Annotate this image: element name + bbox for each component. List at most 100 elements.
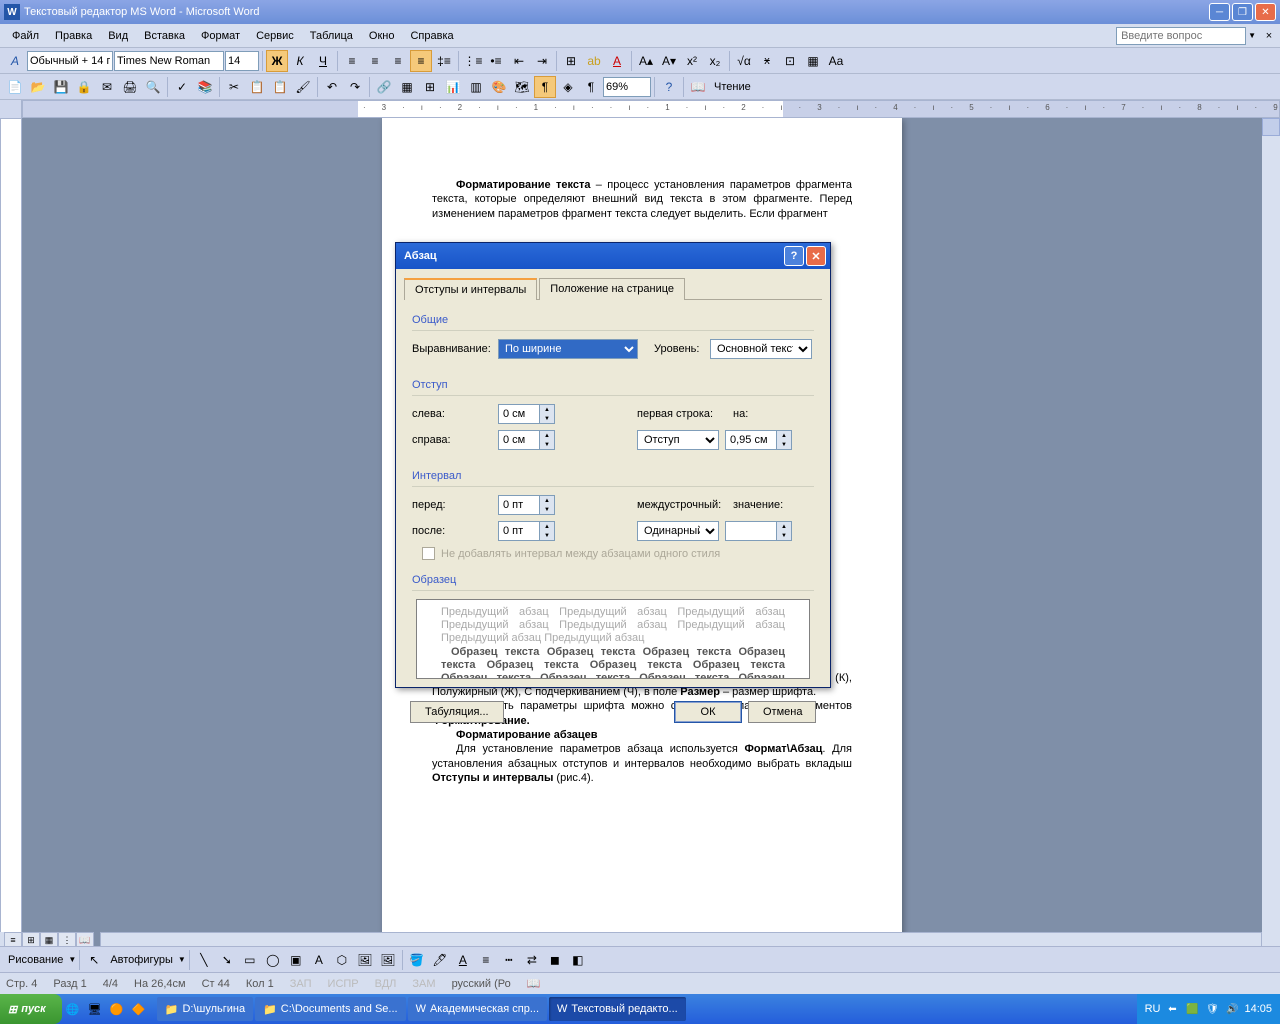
spinner-up[interactable]: ▲ <box>777 431 791 440</box>
zoom-combo[interactable] <box>603 77 651 97</box>
cancel-button[interactable]: Отмена <box>748 701 816 723</box>
status-book-icon[interactable]: 📖 <box>527 977 541 990</box>
taskbar-item-1[interactable]: 📁D:\шульгина <box>157 997 253 1021</box>
align-left-button[interactable]: ≡ <box>341 50 363 72</box>
copy-button[interactable]: 📋 <box>246 76 268 98</box>
save-button[interactable]: 💾 <box>50 76 72 98</box>
menu-window[interactable]: Окно <box>361 28 403 44</box>
tab-pagebreaks[interactable]: Положение на странице <box>539 278 685 300</box>
italic-button[interactable]: К <box>289 50 311 72</box>
shadow-button[interactable]: ◼ <box>544 949 566 971</box>
pilcrow-button[interactable]: ¶ <box>580 76 602 98</box>
tabs-button[interactable]: Табуляция... <box>410 701 504 723</box>
textbox-button[interactable]: ▣ <box>285 949 307 971</box>
menu-edit[interactable]: Правка <box>47 28 100 44</box>
ok-button[interactable]: ОК <box>674 701 742 723</box>
taskbar-item-4[interactable]: WТекстовый редакто... <box>549 997 686 1021</box>
quick-launch-media[interactable]: 🟠 <box>108 1000 126 1018</box>
align-right-button[interactable]: ≡ <box>387 50 409 72</box>
spinner-down[interactable]: ▼ <box>540 440 554 449</box>
paste-button[interactable]: 📋 <box>269 76 291 98</box>
bulleted-list-button[interactable]: •≡ <box>485 50 507 72</box>
select-objects-button[interactable]: ↖ <box>83 949 105 971</box>
quick-launch-desktop[interactable]: 🖥 <box>86 1000 104 1018</box>
clipart-button[interactable]: 🖼 <box>354 949 376 971</box>
status-ext[interactable]: ВДЛ <box>375 978 397 990</box>
showmarks-button[interactable]: ◈ <box>557 76 579 98</box>
menu-help[interactable]: Справка <box>402 28 461 44</box>
rectangle-button[interactable]: ▭ <box>239 949 261 971</box>
style-icon[interactable]: A <box>4 50 26 72</box>
menu-view[interactable]: Вид <box>100 28 136 44</box>
dialog-close-button[interactable]: ✕ <box>806 246 826 266</box>
underline-button[interactable]: Ч <box>312 50 334 72</box>
tray-clock[interactable]: 14:05 <box>1244 1003 1272 1015</box>
level-combo[interactable]: Основной текст <box>710 339 812 359</box>
font-color-button[interactable]: A <box>606 50 628 72</box>
space-before-input[interactable] <box>498 495 540 515</box>
menu-format[interactable]: Формат <box>193 28 248 44</box>
numbered-list-button[interactable]: ⋮≡ <box>462 50 484 72</box>
draw-menu[interactable]: Рисование <box>4 954 67 966</box>
increase-indent-button[interactable]: ⇥ <box>531 50 553 72</box>
align-center-button[interactable]: ≡ <box>364 50 386 72</box>
line-button[interactable]: ╲ <box>193 949 215 971</box>
status-trk[interactable]: ИСПР <box>328 978 359 990</box>
close-button[interactable]: ✕ <box>1255 3 1276 21</box>
no-space-checkbox[interactable] <box>422 547 435 560</box>
maximize-button[interactable]: ❐ <box>1232 3 1253 21</box>
shrink-font-button[interactable]: A▾ <box>658 50 680 72</box>
columns-button-2[interactable]: ▥ <box>465 76 487 98</box>
help-button[interactable]: ? <box>658 76 680 98</box>
spinner-up[interactable]: ▲ <box>540 496 554 505</box>
quick-launch-app[interactable]: 🔶 <box>130 1000 148 1018</box>
email-button[interactable]: ✉ <box>96 76 118 98</box>
borders-button[interactable]: ⊞ <box>560 50 582 72</box>
line-spacing-button[interactable]: ‡≡ <box>433 50 455 72</box>
highlight-button[interactable]: ab <box>583 50 605 72</box>
vertical-scrollbar[interactable] <box>1262 118 1280 964</box>
taskbar-item-3[interactable]: WАкадемическая спр... <box>408 997 547 1021</box>
status-ovr[interactable]: ЗАМ <box>412 978 435 990</box>
decrease-indent-button[interactable]: ⇤ <box>508 50 530 72</box>
alignment-combo[interactable]: По ширине <box>498 339 638 359</box>
showall-button[interactable]: ¶ <box>534 76 556 98</box>
oval-button[interactable]: ◯ <box>262 949 284 971</box>
tray-icon-4[interactable]: 🔊 <box>1224 1001 1240 1017</box>
horizontal-ruler[interactable]: ·3·ı·2·ı·1·ı··ı·1·ı·2·ı·3·ı·4·ı·5·ı·6·ı·… <box>0 100 1280 118</box>
diagram-button[interactable]: ⬡ <box>331 949 353 971</box>
spinner-up[interactable]: ▲ <box>540 522 554 531</box>
style-combo[interactable] <box>27 51 113 71</box>
equation-button[interactable]: √α <box>733 50 755 72</box>
indent-left-input[interactable] <box>498 404 540 424</box>
arrow-style-button[interactable]: ⇄ <box>521 949 543 971</box>
tray-lang[interactable]: RU <box>1145 1003 1161 1015</box>
dialog-help-button[interactable]: ? <box>784 246 804 266</box>
char-border-button[interactable]: ⊡ <box>779 50 801 72</box>
status-rec[interactable]: ЗАП <box>290 978 312 990</box>
taskbar-item-2[interactable]: 📁C:\Documents and Se... <box>255 997 405 1021</box>
firstline-by-input[interactable] <box>725 430 777 450</box>
font-combo[interactable] <box>114 51 224 71</box>
research-button[interactable]: 📚 <box>194 76 216 98</box>
docmap-button[interactable]: 🗺 <box>511 76 533 98</box>
permission-button[interactable]: 🔒 <box>73 76 95 98</box>
tray-icon-2[interactable]: 🟩 <box>1184 1001 1200 1017</box>
subscript-button[interactable]: x₂ <box>704 50 726 72</box>
help-search-input[interactable] <box>1116 27 1246 45</box>
undo-button[interactable]: ↶ <box>321 76 343 98</box>
drawing-button[interactable]: 🎨 <box>488 76 510 98</box>
excel-button[interactable]: 📊 <box>442 76 464 98</box>
quick-launch-ie[interactable]: 🌐 <box>64 1000 82 1018</box>
bold-button[interactable]: Ж <box>266 50 288 72</box>
size-combo[interactable] <box>225 51 259 71</box>
change-case-button[interactable]: Aa <box>825 50 847 72</box>
spinner-up[interactable]: ▲ <box>540 405 554 414</box>
spinner-down[interactable]: ▼ <box>777 440 791 449</box>
minimize-button[interactable]: ─ <box>1209 3 1230 21</box>
print-button[interactable]: 🖨 <box>119 76 141 98</box>
help-dropdown-icon[interactable]: ▼ <box>1246 31 1258 40</box>
dialog-title-bar[interactable]: Абзац ? ✕ <box>396 243 830 269</box>
indent-right-input[interactable] <box>498 430 540 450</box>
status-lang[interactable]: русский (Ро <box>452 978 511 990</box>
